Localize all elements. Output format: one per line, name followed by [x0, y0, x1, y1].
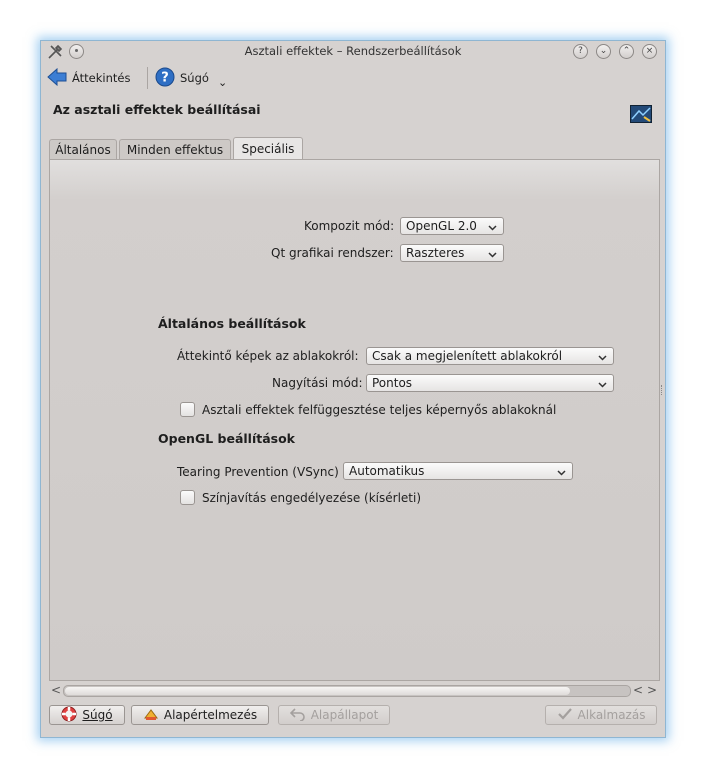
scroll-right-arrow[interactable]: >	[647, 683, 657, 697]
minimize-button[interactable]: ⌄	[596, 44, 611, 59]
scroll-left-arrow[interactable]: <	[51, 683, 61, 697]
arrow-left-icon	[47, 67, 67, 89]
overview-label: Áttekintés	[72, 71, 131, 85]
help-menu-button[interactable]: ? Súgó ⌄	[155, 67, 227, 89]
reset-button-label: Alapállapot	[310, 708, 379, 722]
tearing-prevention-label: Tearing Prevention (VSync)	[177, 465, 339, 479]
suspend-fullscreen-checkbox[interactable]	[180, 402, 195, 417]
qt-graphics-value: Raszteres	[406, 246, 465, 260]
compositing-type-select[interactable]: OpenGL 2.0	[400, 217, 504, 235]
qt-graphics-select[interactable]: Raszteres	[400, 244, 504, 262]
scrollbar-thumb[interactable]	[65, 687, 570, 695]
title-bar[interactable]: Asztali effektek – Rendszerbeállítások ?…	[41, 41, 665, 63]
help-button-label: Súgó	[82, 708, 113, 722]
scale-method-value: Pontos	[372, 376, 413, 390]
toolbar-separator	[147, 67, 148, 89]
help-icon: ?	[155, 67, 175, 90]
defaults-button[interactable]: Alapértelmezés	[131, 705, 269, 725]
tearing-prevention-value: Automatikus	[349, 464, 425, 478]
svg-text:?: ?	[161, 70, 169, 85]
thumbnails-label: Áttekintő képek az ablakokról:	[177, 349, 359, 363]
system-settings-window: Asztali effektek – Rendszerbeállítások ?…	[40, 40, 666, 738]
resize-grip[interactable]	[661, 385, 664, 395]
chevron-down-icon	[557, 466, 566, 480]
window-title: Asztali effektek – Rendszerbeállítások	[244, 44, 462, 58]
page-title: Az asztali effektek beállításai	[53, 102, 261, 117]
help-label: Súgó	[180, 71, 209, 85]
close-button[interactable]: ×	[642, 44, 657, 59]
tab-all-effects[interactable]: Minden effektus	[119, 139, 231, 159]
chevron-down-icon	[598, 351, 607, 365]
tab-general[interactable]: Általános	[49, 139, 117, 159]
desktop-effects-icon	[630, 105, 652, 126]
compositing-type-label: Kompozit mód:	[304, 219, 395, 233]
chevron-down-icon: ⌄	[217, 75, 228, 89]
overview-button[interactable]: Áttekintés	[47, 67, 130, 89]
help-button[interactable]: Súgó	[49, 705, 125, 725]
maximize-button[interactable]: ⌃	[619, 44, 634, 59]
tab-all-effects-label: Minden effektus	[126, 142, 224, 157]
suspend-fullscreen-label[interactable]: Asztali effektek felfüggesztése teljes k…	[202, 403, 556, 417]
help-lifebuoy-icon	[61, 706, 77, 725]
advanced-panel: Kompozit mód: OpenGL 2.0 Qt grafikai ren…	[49, 159, 660, 681]
color-correction-label[interactable]: Színjavítás engedélyezése (kísérleti)	[202, 491, 421, 505]
reset-button[interactable]: Alapállapot	[278, 705, 390, 725]
tab-advanced-label: Speciális	[241, 142, 295, 156]
qt-graphics-label: Qt grafikai rendszer:	[271, 246, 394, 260]
chevron-down-icon	[488, 221, 497, 235]
defaults-button-label: Alapértelmezés	[163, 708, 258, 722]
apply-button-label: Alkalmazás	[577, 708, 646, 722]
checkmark-icon	[557, 707, 573, 724]
apply-button[interactable]: Alkalmazás	[545, 705, 657, 725]
defaults-icon	[143, 706, 159, 725]
chevron-down-icon	[598, 378, 607, 392]
tab-advanced[interactable]: Speciális	[233, 137, 303, 160]
scrollbar-track[interactable]	[63, 685, 631, 697]
scale-method-select[interactable]: Pontos	[366, 374, 614, 392]
scale-method-label: Nagyítási mód:	[272, 376, 363, 390]
horizontal-scrollbar[interactable]: < < >	[49, 683, 658, 697]
chevron-down-icon	[488, 248, 497, 262]
tearing-prevention-select[interactable]: Automatikus	[343, 462, 573, 480]
toolbar: Áttekintés ? Súgó ⌄	[41, 63, 665, 93]
opengl-settings-heading: OpenGL beállítások	[158, 431, 295, 446]
scroll-left-arrow-secondary[interactable]: <	[633, 683, 643, 697]
compositing-type-value: OpenGL 2.0	[406, 219, 477, 233]
help-title-button[interactable]: ?	[573, 44, 588, 59]
general-settings-heading: Általános beállítások	[158, 316, 306, 331]
undo-icon	[289, 707, 306, 724]
thumbnails-value: Csak a megjelenített ablakokról	[372, 349, 563, 363]
tab-general-label: Általános	[55, 142, 111, 157]
color-correction-checkbox[interactable]	[180, 490, 195, 505]
thumbnails-select[interactable]: Csak a megjelenített ablakokról	[366, 347, 614, 365]
